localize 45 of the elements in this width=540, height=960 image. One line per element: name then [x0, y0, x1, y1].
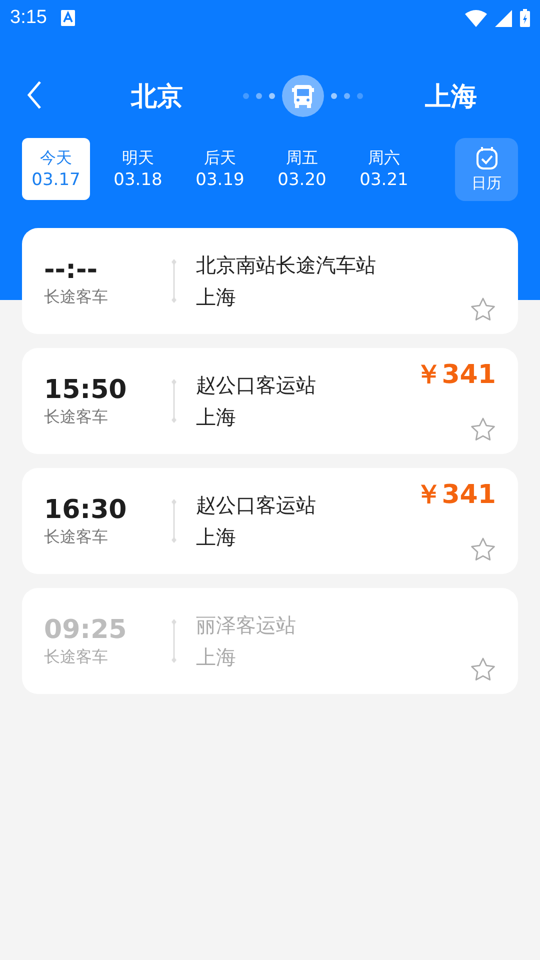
departure-time: --:--: [44, 254, 99, 286]
price: ￥341: [416, 360, 496, 390]
trip-card[interactable]: 15:50 长途客车 赵公口客运站 上海 ￥341: [22, 348, 518, 454]
battery-icon: [520, 9, 530, 27]
destination: 上海: [196, 284, 237, 310]
bus-type: 长途客车: [44, 526, 109, 548]
signal-icon: [495, 10, 512, 26]
date-tab[interactable]: 周六 03.21: [350, 138, 418, 200]
trip-card[interactable]: 09:25 长途客车 丽泽客运站 上海: [22, 588, 518, 694]
bus-type: 长途客车: [44, 406, 109, 428]
destination: 上海: [196, 524, 237, 550]
departure-station: 赵公口客运站: [196, 492, 317, 518]
bus-icon: [282, 75, 324, 117]
date-tab[interactable]: 今天 03.17: [22, 138, 90, 200]
route-line: [170, 618, 178, 664]
trip-card[interactable]: --:-- 长途客车 北京南站长途汽车站 上海: [22, 228, 518, 334]
departure-station: 丽泽客运站: [196, 612, 297, 638]
date-tab[interactable]: 后天 03.19: [186, 138, 254, 200]
route-line: [170, 378, 178, 424]
keyboard-icon: [60, 10, 75, 26]
calendar-icon: [476, 146, 498, 170]
departure-station: 北京南站长途汽车站: [196, 252, 377, 278]
departure-time: 16:30: [44, 494, 128, 526]
calendar-button[interactable]: 日历: [455, 138, 518, 201]
star-icon[interactable]: [470, 657, 496, 682]
destination: 上海: [196, 404, 237, 430]
departure-station: 赵公口客运站: [196, 372, 317, 398]
status-time: 3:15: [10, 7, 47, 29]
star-icon[interactable]: [470, 297, 496, 322]
date-tab[interactable]: 明天 03.18: [104, 138, 172, 200]
route-line: [170, 498, 178, 544]
departure-time: 15:50: [44, 374, 128, 406]
date-tab[interactable]: 周五 03.20: [268, 138, 336, 200]
destination-city: 上海: [424, 80, 478, 114]
destination: 上海: [196, 644, 237, 670]
route-line: [170, 258, 178, 304]
bus-type: 长途客车: [44, 646, 109, 668]
trip-card[interactable]: 16:30 长途客车 赵公口客运站 上海 ￥341: [22, 468, 518, 574]
star-icon[interactable]: [470, 417, 496, 442]
price: ￥341: [416, 480, 496, 510]
origin-city: 北京: [130, 80, 184, 114]
bus-type: 长途客车: [44, 286, 109, 308]
wifi-icon: [465, 10, 487, 26]
departure-time: 09:25: [44, 614, 128, 646]
star-icon[interactable]: [470, 537, 496, 562]
